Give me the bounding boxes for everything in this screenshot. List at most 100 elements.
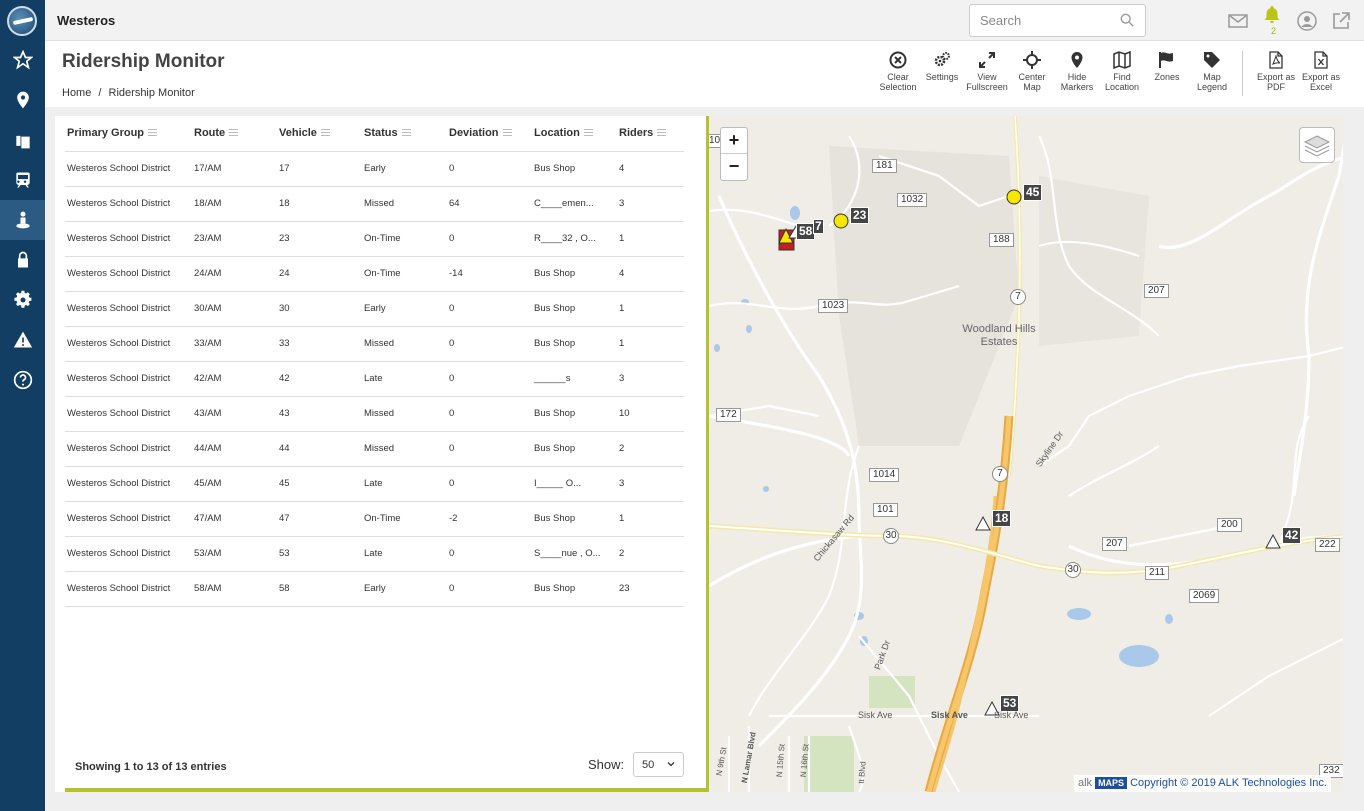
vehicle-marker-label[interactable]: 23: [850, 207, 870, 224]
table-row[interactable]: Westeros School District 30/AM 30 Early 0 Bus…: [65, 291, 684, 327]
cell-deviation: 0: [447, 431, 532, 467]
zoom-out-button[interactable]: −: [721, 154, 747, 180]
table-row[interactable]: Westeros School District 18/AM 18 Missed 64 C…: [65, 186, 684, 222]
cell-deviation: 0: [447, 361, 532, 397]
table-row[interactable]: Westeros School District 58/AM 58 Early 0 Bus…: [65, 571, 684, 607]
table-row[interactable]: Westeros School District 17/AM 17 Early 0 Bus…: [65, 151, 684, 187]
place-label: Woodland Hills Estates: [962, 323, 1036, 348]
reports-icon[interactable]: [0, 120, 45, 160]
map-legend-button[interactable]: Map Legend: [1190, 51, 1234, 92]
hide-markers-button[interactable]: Hide Markers: [1055, 51, 1099, 92]
cell-vehicle: 45: [277, 466, 362, 502]
find-location-button[interactable]: Find Location: [1100, 51, 1144, 92]
gear-icon[interactable]: [0, 280, 45, 320]
road-label: 222: [1315, 538, 1340, 552]
cell-riders: 1: [617, 326, 684, 362]
cell-route: 43/AM: [192, 396, 277, 432]
settings-button[interactable]: Settings: [920, 51, 964, 82]
column-header-route[interactable]: Route: [192, 116, 277, 152]
table-body: Westeros School District 17/AM 17 Early 0 Bus…: [65, 151, 684, 607]
ridership-icon[interactable]: [0, 200, 45, 240]
cell-deviation: -14: [447, 256, 532, 292]
toolbar-label: Map Legend: [1196, 72, 1228, 92]
layers-button[interactable]: [1299, 127, 1335, 163]
vehicle-marker-label[interactable]: 18: [992, 510, 1012, 527]
export-pdf-button[interactable]: Export as PDF: [1254, 51, 1298, 92]
column-header-status[interactable]: Status: [362, 116, 447, 152]
table-row[interactable]: Westeros School District 44/AM 44 Missed 0 Bu…: [65, 431, 684, 467]
column-header-deviation[interactable]: Deviation: [447, 116, 532, 152]
mail-icon[interactable]: [1228, 11, 1248, 31]
column-menu-icon: [502, 129, 512, 138]
cell-riders: 2: [617, 431, 684, 467]
search-box[interactable]: [969, 4, 1146, 37]
table-row[interactable]: Westeros School District 24/AM 24 On-Time -1…: [65, 256, 684, 292]
search-icon[interactable]: [1120, 13, 1134, 27]
column-header-location[interactable]: Location: [532, 116, 617, 152]
vehicle-marker-label[interactable]: 42: [1282, 527, 1302, 544]
marker-icon: [1071, 52, 1083, 68]
warning-icon[interactable]: [0, 320, 45, 360]
train-icon[interactable]: [0, 160, 45, 200]
vehicle-marker-label[interactable]: 7: [813, 219, 824, 234]
export-excel-button[interactable]: Export as Excel: [1299, 51, 1343, 92]
vehicle-marker-label[interactable]: 45: [1023, 184, 1043, 201]
toolbar-divider: [1242, 51, 1243, 96]
cell-location: S____nue , O...: [532, 536, 617, 572]
table-row[interactable]: Westeros School District 43/AM 43 Missed 0 Bu…: [65, 396, 684, 432]
location-icon[interactable]: [0, 80, 45, 120]
user-icon[interactable]: [1297, 11, 1317, 31]
cell-deviation: 0: [447, 571, 532, 607]
copyright-text: Copyright © 2019 ALK Technologies Inc.: [1130, 777, 1327, 789]
zones-button[interactable]: Zones: [1145, 51, 1189, 82]
cell-deviation: 0: [447, 221, 532, 257]
road-label: 1032: [897, 193, 928, 207]
zoom-controls: + −: [720, 127, 748, 181]
street-label: Sisk Ave: [931, 710, 968, 720]
cell-status: Early: [362, 291, 447, 327]
road-label: 2069: [1189, 589, 1220, 603]
zoom-in-button[interactable]: +: [721, 128, 747, 154]
favorites-icon[interactable]: [0, 40, 45, 80]
external-link-icon[interactable]: [1331, 11, 1351, 31]
ridership-table-panel: Primary Group Route Vehicle Status Devia…: [55, 116, 706, 792]
table-row[interactable]: Westeros School District 42/AM 42 Late 0 ____…: [65, 361, 684, 397]
table-row[interactable]: Westeros School District 23/AM 23 On-Time 0 R…: [65, 221, 684, 257]
breadcrumb-home[interactable]: Home: [62, 87, 91, 99]
center-map-button[interactable]: Center Map: [1010, 51, 1054, 92]
help-icon[interactable]: [0, 360, 45, 400]
cell-status: Late: [362, 536, 447, 572]
app-logo[interactable]: [7, 6, 37, 36]
map-view[interactable]: 45 23 58 7 18 42 53 181 1032 188 207 102…: [706, 116, 1343, 792]
nav-rail: [0, 0, 45, 811]
toolbar-label: Hide Markers: [1060, 72, 1094, 92]
cell-vehicle: 18: [277, 186, 362, 222]
cell-route: 53/AM: [192, 536, 277, 572]
column-header-vehicle[interactable]: Vehicle: [277, 116, 362, 152]
cell-vehicle: 23: [277, 221, 362, 257]
column-menu-icon: [657, 129, 667, 138]
bell-icon[interactable]: [1262, 5, 1282, 25]
lock-icon[interactable]: [0, 240, 45, 280]
highway-label: 7: [1010, 289, 1026, 305]
page-size-select[interactable]: 50: [633, 752, 684, 777]
cell-location: R____32 , O...: [532, 221, 617, 257]
cell-status: Missed: [362, 186, 447, 222]
clear-selection-button[interactable]: Clear Selection: [876, 51, 920, 92]
search-input[interactable]: [980, 5, 1120, 35]
table-row[interactable]: Westeros School District 53/AM 53 Late 0 S___…: [65, 536, 684, 572]
cell-primary-group: Westeros School District: [65, 536, 192, 572]
table-row[interactable]: Westeros School District 45/AM 45 Late 0 I___…: [65, 466, 684, 502]
table-row[interactable]: Westeros School District 33/AM 33 Missed 0 Bu…: [65, 326, 684, 362]
map-canvas[interactable]: [709, 116, 1343, 792]
column-header-primary-group[interactable]: Primary Group: [65, 116, 192, 152]
cell-location: Bus Shop: [532, 396, 617, 432]
cell-deviation: 0: [447, 536, 532, 572]
table-row[interactable]: Westeros School District 47/AM 47 On-Time -2…: [65, 501, 684, 537]
layers-icon: [1303, 135, 1331, 157]
page-title: Ridership Monitor: [62, 51, 225, 72]
column-header-riders[interactable]: Riders: [617, 116, 684, 152]
fullscreen-icon: [979, 52, 995, 68]
view-fullscreen-button[interactable]: View Fullscreen: [965, 51, 1009, 92]
cell-primary-group: Westeros School District: [65, 256, 192, 292]
